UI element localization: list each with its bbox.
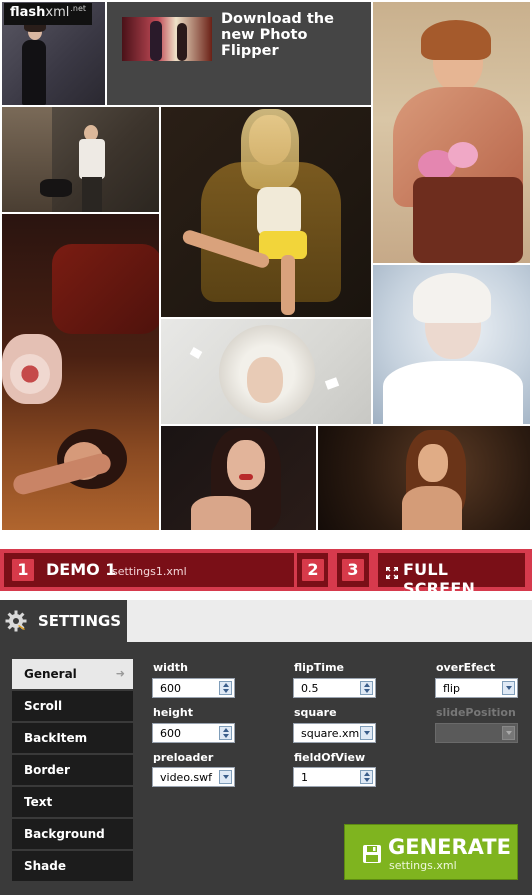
preloader-value: video.swf bbox=[160, 771, 212, 784]
demo-1-file: settings1.xml bbox=[112, 565, 187, 578]
nav-item-label: BackItem bbox=[24, 731, 88, 745]
logo-tld-text: .net bbox=[70, 4, 87, 13]
photo-woman-dark-hair[interactable] bbox=[161, 426, 316, 530]
promo-text: Download the new Photo Flipper bbox=[221, 11, 334, 59]
demo-1-number: 1 bbox=[12, 559, 34, 581]
settings-tab[interactable]: SETTINGS bbox=[0, 600, 127, 642]
flashxml-logo[interactable]: flash xml .net bbox=[4, 3, 93, 25]
demo-3-number: 3 bbox=[342, 559, 364, 581]
fliptime-stepper[interactable]: 0.5 bbox=[293, 678, 376, 698]
chevron-down-icon[interactable] bbox=[360, 726, 373, 740]
demo-3-button[interactable]: 3 bbox=[337, 553, 369, 587]
spinner-icon[interactable] bbox=[219, 681, 232, 695]
nav-item-label: Text bbox=[24, 795, 53, 809]
fieldofview-stepper[interactable]: 1 bbox=[293, 767, 376, 787]
height-value: 600 bbox=[160, 727, 181, 740]
settings-tab-label: SETTINGS bbox=[38, 612, 122, 630]
full-screen-label: FULL SCREEN bbox=[403, 560, 476, 598]
nav-item-border[interactable]: Border bbox=[12, 755, 133, 785]
spinner-icon[interactable] bbox=[219, 726, 232, 740]
width-value: 600 bbox=[160, 682, 181, 695]
overefect-select[interactable]: flip bbox=[435, 678, 518, 698]
spinner-icon[interactable] bbox=[360, 681, 373, 695]
overefect-value: flip bbox=[443, 682, 460, 695]
photo-blonde-chair[interactable] bbox=[161, 107, 371, 317]
demo-2-button[interactable]: 2 bbox=[297, 553, 328, 587]
nav-item-shade[interactable]: Shade bbox=[12, 851, 133, 881]
chevron-down-icon[interactable] bbox=[502, 681, 515, 695]
slideposition-select bbox=[435, 723, 518, 743]
full-screen-button[interactable]: FULL SCREEN bbox=[378, 553, 525, 598]
fullscreen-icon bbox=[386, 564, 398, 583]
fieldofview-value: 1 bbox=[301, 771, 308, 784]
nav-item-label: General bbox=[24, 667, 77, 681]
slideposition-label: slidePosition bbox=[436, 706, 516, 719]
demo-1-button[interactable]: 1 DEMO 1 settings1.xml bbox=[4, 553, 294, 587]
photo-woman-brown-hair[interactable] bbox=[318, 426, 530, 530]
gear-icon bbox=[5, 610, 27, 636]
height-label: height bbox=[153, 706, 194, 719]
promo-thumbnail bbox=[122, 17, 212, 61]
photo-woman-floor[interactable] bbox=[2, 214, 159, 530]
preloader-label: preloader bbox=[153, 751, 214, 764]
settings-sidebar: General ➜ Scroll BackItem Border Text Ba… bbox=[12, 659, 133, 883]
photo-woman-white-fur[interactable] bbox=[373, 265, 530, 424]
chevron-down-icon bbox=[502, 726, 515, 740]
nav-item-text[interactable]: Text bbox=[12, 787, 133, 817]
fieldofview-label: fieldOfView bbox=[294, 751, 366, 764]
logo-main-text: flash bbox=[10, 5, 46, 20]
nav-item-backitem[interactable]: BackItem bbox=[12, 723, 133, 753]
photo-curly-blonde-butterflies[interactable] bbox=[161, 319, 371, 424]
spinner-icon[interactable] bbox=[360, 770, 373, 784]
fliptime-value: 0.5 bbox=[301, 682, 319, 695]
generate-filename: settings.xml bbox=[389, 859, 457, 872]
photo-man-dog[interactable] bbox=[2, 107, 159, 212]
photo-woman-scarf-flowers[interactable] bbox=[373, 2, 530, 263]
width-stepper[interactable]: 600 bbox=[152, 678, 235, 698]
generate-label: GENERATE bbox=[388, 835, 511, 859]
preloader-select[interactable]: video.swf bbox=[152, 767, 235, 787]
nav-item-label: Shade bbox=[24, 859, 67, 873]
overefect-label: overEfect bbox=[436, 661, 496, 674]
nav-item-label: Scroll bbox=[24, 699, 63, 713]
square-label: square bbox=[294, 706, 337, 719]
nav-item-scroll[interactable]: Scroll bbox=[12, 691, 133, 721]
nav-item-label: Border bbox=[24, 763, 70, 777]
save-disk-icon bbox=[362, 844, 382, 868]
nav-item-general[interactable]: General ➜ bbox=[12, 659, 133, 689]
chevron-down-icon[interactable] bbox=[219, 770, 232, 784]
nav-item-background[interactable]: Background bbox=[12, 819, 133, 849]
generate-button[interactable]: GENERATE settings.xml bbox=[344, 824, 518, 880]
square-value: square.xm bbox=[301, 727, 359, 740]
height-stepper[interactable]: 600 bbox=[152, 723, 235, 743]
logo-xml-text: xml bbox=[45, 5, 70, 20]
square-select[interactable]: square.xm bbox=[293, 723, 376, 743]
fliptime-label: flipTime bbox=[294, 661, 344, 674]
arrow-right-icon: ➜ bbox=[115, 667, 125, 680]
demo-bar: 1 DEMO 1 settings1.xml 2 3 FULL SCREEN bbox=[0, 549, 532, 598]
demo-1-title: DEMO 1 bbox=[46, 560, 117, 579]
promo-download-photo-flipper[interactable]: Download the new Photo Flipper bbox=[107, 2, 371, 105]
demo-2-number: 2 bbox=[302, 559, 324, 581]
width-label: width bbox=[153, 661, 188, 674]
photo-gallery: flash xml .net Download the new Photo Flip… bbox=[0, 0, 532, 532]
nav-item-label: Background bbox=[24, 827, 105, 841]
